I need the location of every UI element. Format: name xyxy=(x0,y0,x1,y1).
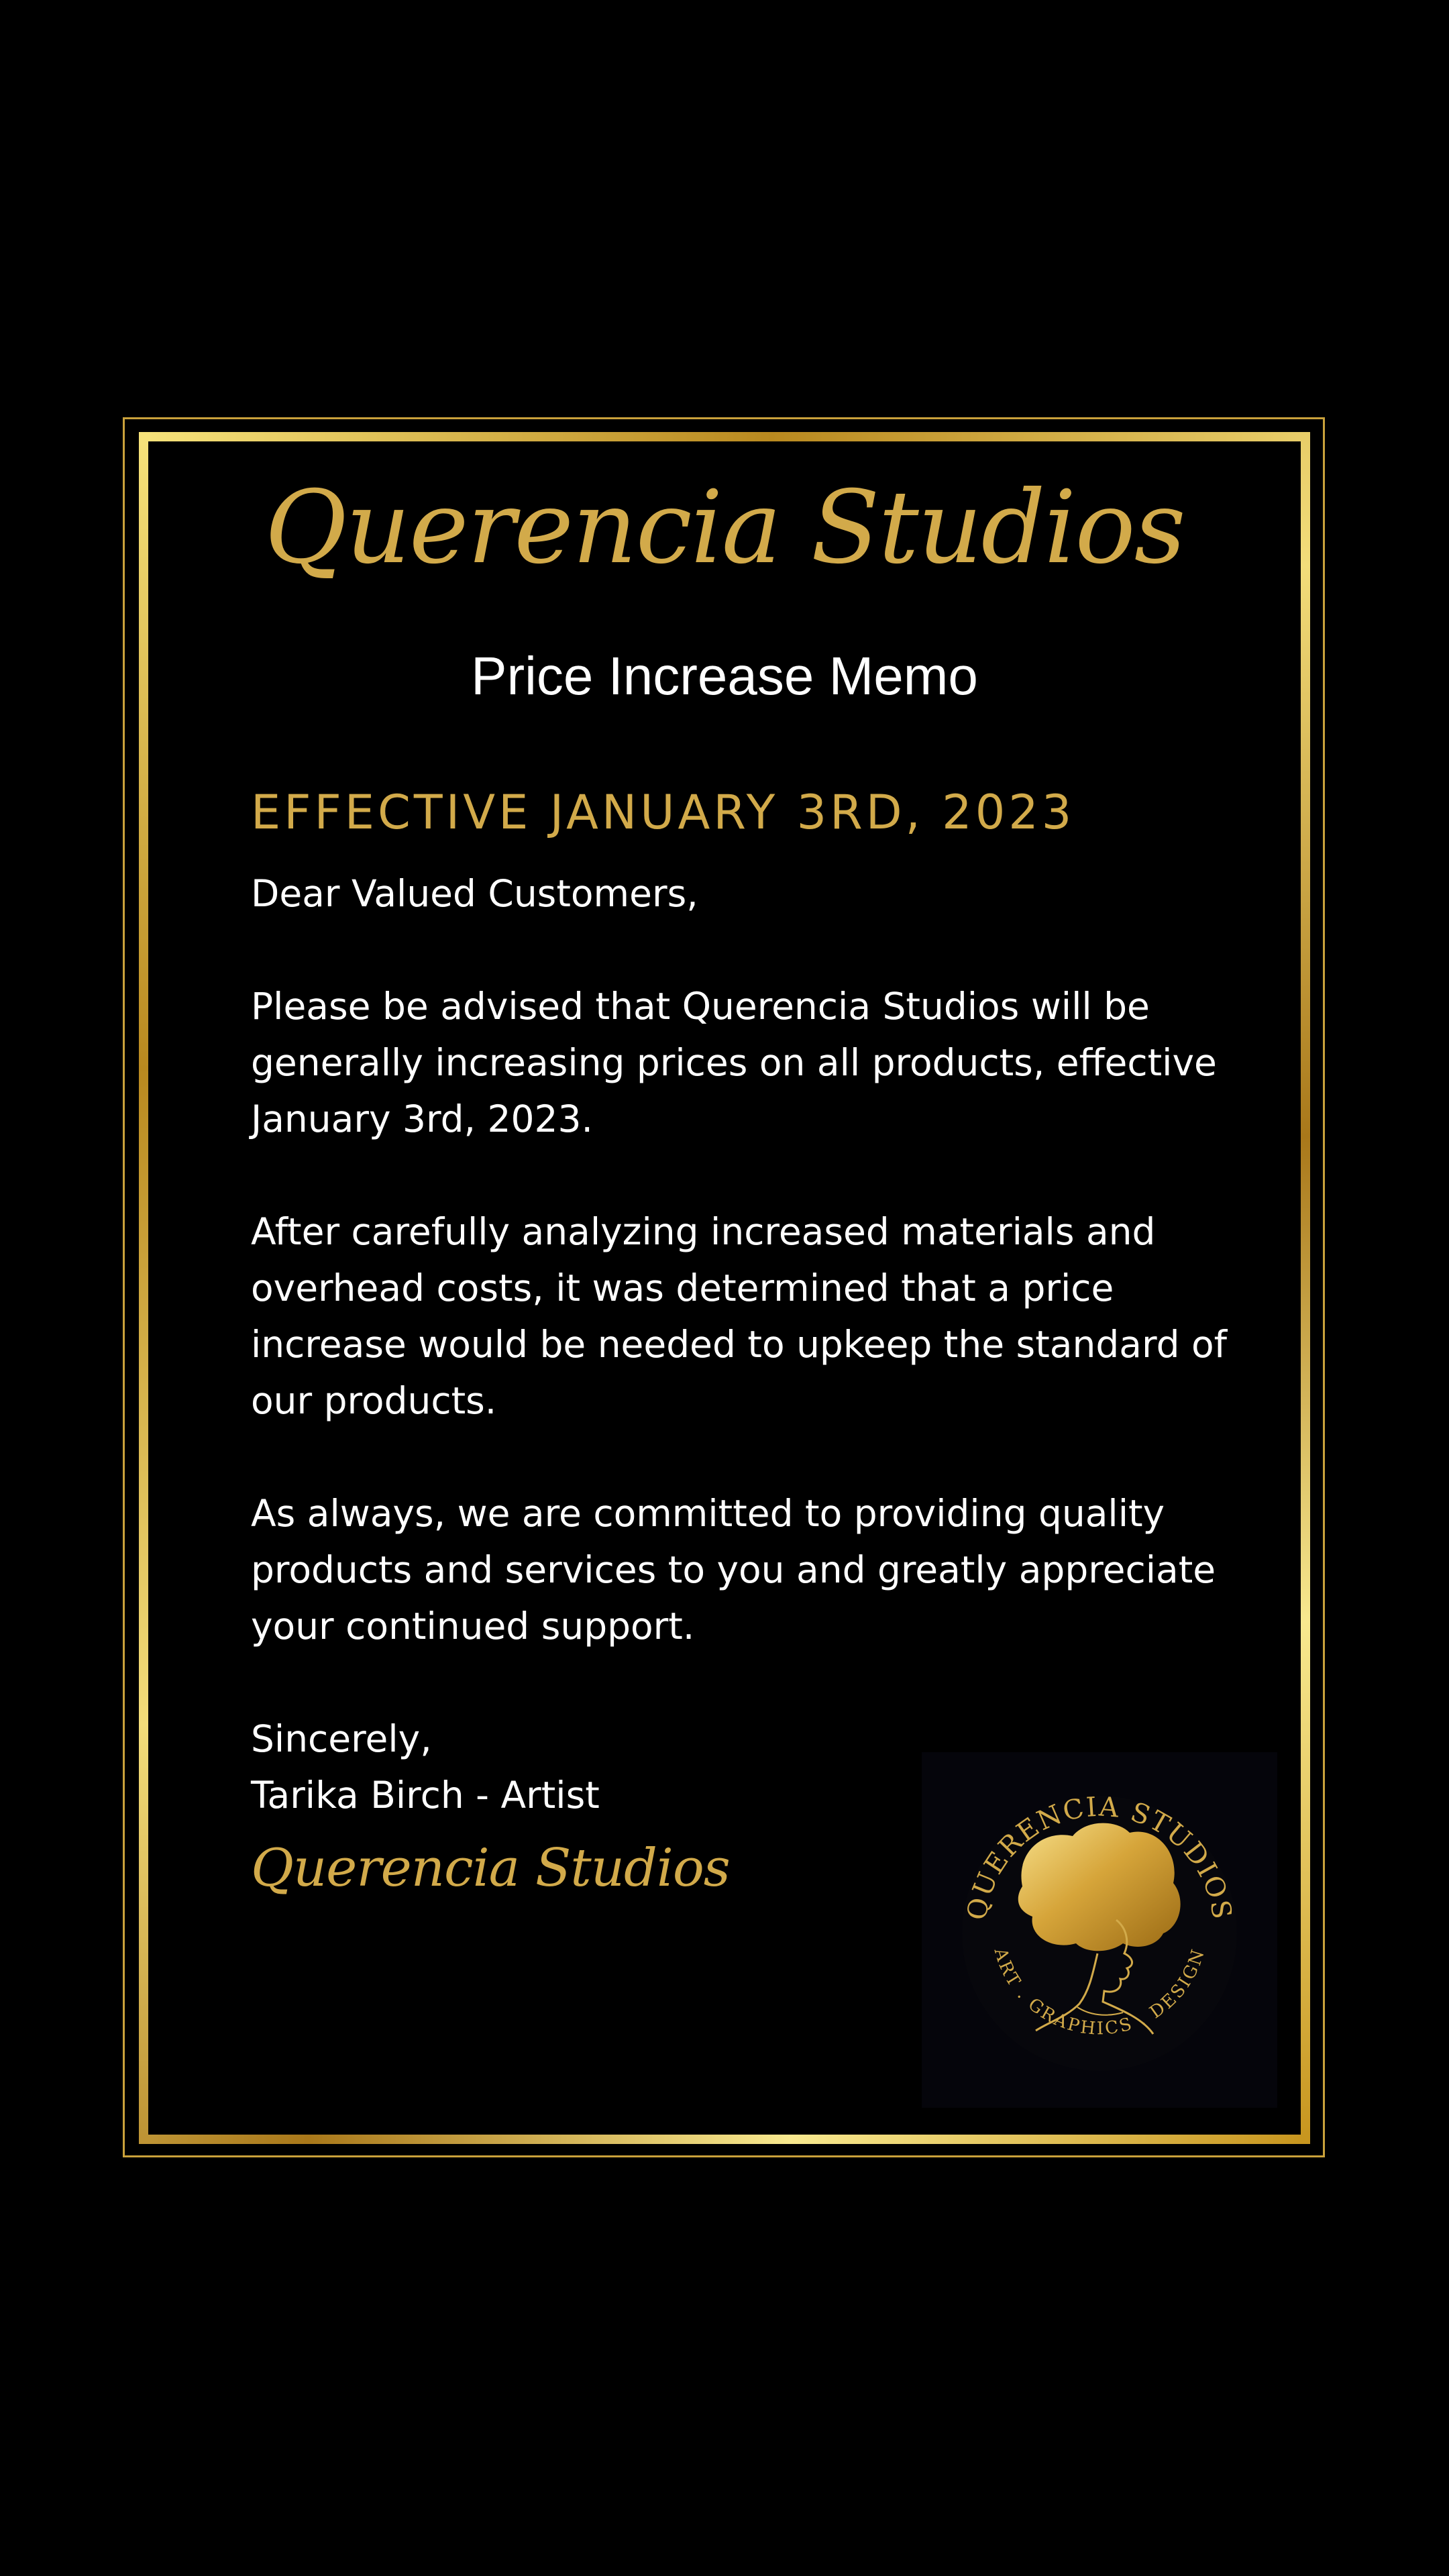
signature-brand: Querencia Studios xyxy=(251,1838,731,1898)
effective-date-heading: EFFECTIVE JANUARY 3RD, 2023 xyxy=(251,785,1075,840)
logo-emblem: QUERENCIA STUDIOS ART . GRAPHICS . DESIG… xyxy=(961,1791,1237,2071)
greeting: Dear Valued Customers, xyxy=(251,872,698,915)
paragraph-reason: After carefully analyzing increased mate… xyxy=(251,1210,1228,1422)
paragraph-commitment: As always, we are committed to providing… xyxy=(251,1492,1216,1648)
paragraph-price-increase: Please be advised that Querencia Studios… xyxy=(251,985,1217,1140)
brand-title: Querencia Studios xyxy=(264,470,1185,586)
studio-logo: QUERENCIA STUDIOS ART . GRAPHICS . DESIG… xyxy=(922,1752,1277,2108)
memo-title: Price Increase Memo xyxy=(471,646,978,706)
